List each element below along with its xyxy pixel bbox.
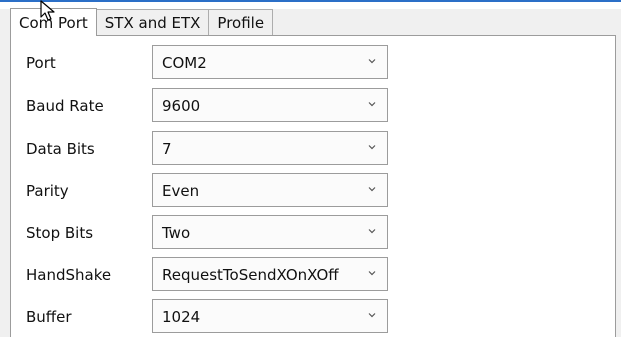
parity-dropdown[interactable]: Even (152, 173, 388, 207)
setting-row-handshake: HandShake RequestToSendXOnXOff (11, 257, 615, 291)
handshake-dropdown[interactable]: RequestToSendXOnXOff (152, 257, 388, 291)
chevron-down-icon (368, 59, 376, 64)
stop-bits-value: Two (162, 224, 191, 242)
setting-row-parity: Parity Even (11, 173, 615, 207)
port-dropdown[interactable]: COM2 (152, 45, 388, 79)
parity-value: Even (162, 182, 200, 200)
setting-row-data-bits: Data Bits 7 (11, 131, 615, 165)
baud-rate-label: Baud Rate (26, 97, 104, 115)
setting-row-buffer: Buffer 1024 (11, 299, 615, 333)
data-bits-dropdown[interactable]: 7 (152, 131, 388, 165)
port-label: Port (26, 54, 56, 72)
chevron-down-icon (368, 271, 376, 276)
setting-row-port: Port COM2 (11, 45, 615, 79)
mouse-pointer-icon (40, 0, 55, 21)
chevron-down-icon (368, 313, 376, 318)
data-bits-label: Data Bits (26, 140, 95, 158)
chevron-down-icon (368, 229, 376, 234)
com-port-panel: Port COM2 Baud Rate 9600 Data Bits 7 Par… (10, 35, 616, 337)
parity-label: Parity (26, 182, 69, 200)
tab-stx-and-etx[interactable]: STX and ETX (95, 9, 210, 36)
baud-rate-value: 9600 (162, 97, 201, 115)
handshake-value: RequestToSendXOnXOff (162, 266, 339, 284)
baud-rate-dropdown[interactable]: 9600 (152, 88, 388, 122)
tab-profile[interactable]: Profile (208, 9, 274, 36)
buffer-value: 1024 (162, 308, 201, 326)
handshake-label: HandShake (26, 266, 112, 284)
buffer-label: Buffer (26, 308, 72, 326)
chevron-down-icon (368, 187, 376, 192)
buffer-dropdown[interactable]: 1024 (152, 299, 388, 333)
port-value: COM2 (162, 54, 207, 72)
setting-row-baud-rate: Baud Rate 9600 (11, 88, 615, 122)
chevron-down-icon (368, 102, 376, 107)
stop-bits-label: Stop Bits (26, 224, 94, 242)
data-bits-value: 7 (162, 140, 172, 158)
chevron-down-icon (368, 145, 376, 150)
stop-bits-dropdown[interactable]: Two (152, 215, 388, 249)
setting-row-stop-bits: Stop Bits Two (11, 215, 615, 249)
